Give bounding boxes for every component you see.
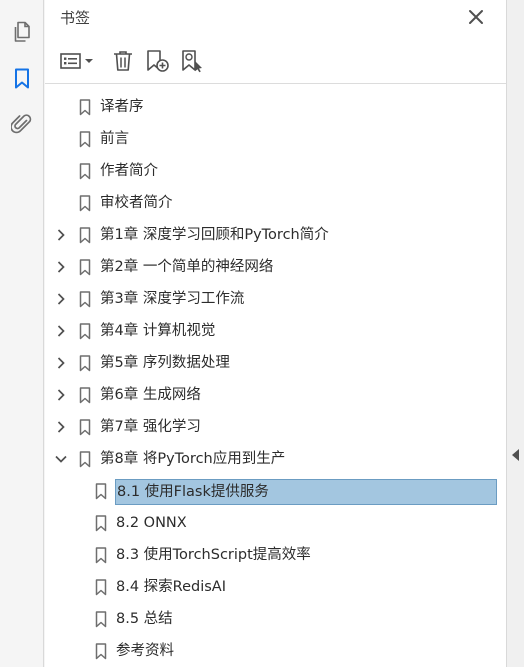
bookmark-label: 8.1 使用Flask提供服务: [115, 479, 497, 505]
chevron-right-icon[interactable]: [54, 324, 68, 338]
bookmark-icon: [79, 99, 91, 116]
pages-icon[interactable]: [8, 18, 36, 46]
bookmark-item[interactable]: 第4章 计算机视觉: [45, 315, 506, 347]
bookmark-item[interactable]: 第6章 生成网络: [45, 379, 506, 411]
bookmark-label: 第1章 深度学习回顾和PyTorch简介: [100, 227, 329, 243]
bookmark-item[interactable]: 8.2 ONNX: [45, 507, 506, 539]
new-bookmark-icon: [147, 50, 169, 72]
chevron-right-icon[interactable]: [54, 420, 68, 434]
bookmark-label: 译者序: [100, 99, 144, 115]
bookmark-tree: 译者序前言作者简介审校者简介第1章 深度学习回顾和PyTorch简介 第2章 一个…: [45, 91, 506, 667]
bookmark-label: 第6章 生成网络: [100, 387, 201, 403]
new-bookmark-button[interactable]: [144, 48, 172, 74]
bookmark-icon: [95, 515, 107, 532]
bookmark-icon: [79, 131, 91, 148]
bookmark-item[interactable]: 第3章 深度学习工作流: [45, 283, 506, 315]
chevron-right-icon[interactable]: [54, 356, 68, 370]
bookmark-item[interactable]: 8.3 使用TorchScript提高效率: [45, 539, 506, 571]
collapse-panel-icon[interactable]: [512, 449, 520, 461]
bookmark-icon: [95, 547, 107, 564]
bookmark-item[interactable]: 审校者简介: [45, 187, 506, 219]
chevron-right-icon[interactable]: [54, 260, 68, 274]
close-icon[interactable]: [466, 7, 486, 27]
panel-splitter[interactable]: [506, 0, 524, 667]
bookmark-icon: [79, 451, 91, 468]
bookmarks-panel: 书签 译者序 前言 作者简介 审校者简介 第1章 深度学习回顾和PyTorch简…: [45, 0, 506, 667]
panel-title: 书签: [60, 9, 91, 27]
bookmark-icon: [79, 227, 91, 244]
bookmark-label: 第2章 一个简单的神经网络: [100, 259, 274, 275]
chevron-right-icon[interactable]: [54, 388, 68, 402]
bookmark-label: 8.3 使用TorchScript提高效率: [116, 547, 311, 563]
bookmark-icon: [79, 163, 91, 180]
bookmarks-toolbar: [45, 38, 506, 84]
chevron-right-icon[interactable]: [54, 228, 68, 242]
bookmark-icon: [95, 483, 107, 500]
bookmark-item[interactable]: 第2章 一个简单的神经网络: [45, 251, 506, 283]
delete-bookmark-icon: [114, 51, 132, 71]
bookmark-icon: [79, 419, 91, 436]
bookmark-icon: [95, 643, 107, 660]
bookmark-icon: [95, 579, 107, 596]
new-bookmark-from-selection-icon: [182, 50, 202, 73]
bookmark-icon: [79, 387, 91, 404]
bookmark-label: 参考资料: [116, 643, 174, 659]
bookmark-item[interactable]: 第8章 将PyTorch应用到生产: [45, 443, 506, 475]
new-bookmark-from-selection-button[interactable]: [180, 48, 206, 74]
bookmark-icon: [79, 323, 91, 340]
bookmark-label: 第3章 深度学习工作流: [100, 291, 245, 307]
bookmark-icon: [79, 291, 91, 308]
bookmark-item[interactable]: 译者序: [45, 91, 506, 123]
options-menu-button[interactable]: [59, 48, 97, 74]
delete-bookmark-button[interactable]: [111, 48, 135, 74]
bookmark-icon[interactable]: [8, 65, 36, 93]
bookmark-item[interactable]: 8.5 总结: [45, 603, 506, 635]
bookmark-item[interactable]: 参考资料: [45, 635, 506, 667]
bookmark-label: 第5章 序列数据处理: [100, 355, 230, 371]
bookmark-item[interactable]: 第1章 深度学习回顾和PyTorch简介: [45, 219, 506, 251]
bookmark-item[interactable]: 第7章 强化学习: [45, 411, 506, 443]
bookmark-item[interactable]: 8.4 探索RedisAI: [45, 571, 506, 603]
chevron-right-icon[interactable]: [54, 292, 68, 306]
bookmark-label: 第7章 强化学习: [100, 419, 201, 435]
bookmark-icon: [79, 259, 91, 276]
bookmark-label: 8.4 探索RedisAI: [116, 579, 226, 595]
bookmark-icon: [95, 611, 107, 628]
bookmark-item[interactable]: 8.1 使用Flask提供服务: [45, 475, 506, 507]
bookmark-label: 审校者简介: [100, 195, 173, 211]
bookmark-label: 作者简介: [100, 163, 158, 179]
bookmark-label: 前言: [100, 131, 129, 147]
bookmark-label: 第8章 将PyTorch应用到生产: [100, 451, 286, 467]
bookmark-label: 8.2 ONNX: [116, 515, 187, 531]
bookmark-label: 第4章 计算机视觉: [100, 323, 216, 339]
bookmark-icon: [79, 195, 91, 212]
chevron-down-icon[interactable]: [54, 452, 68, 466]
navigation-rail: [0, 0, 44, 667]
attachment-icon[interactable]: [8, 110, 36, 138]
bookmark-label: 8.5 总结: [116, 611, 173, 627]
bookmark-item[interactable]: 作者简介: [45, 155, 506, 187]
bookmark-item[interactable]: 第5章 序列数据处理: [45, 347, 506, 379]
options-menu-icon: [60, 53, 93, 69]
bookmark-item[interactable]: 前言: [45, 123, 506, 155]
bookmark-icon: [79, 355, 91, 372]
